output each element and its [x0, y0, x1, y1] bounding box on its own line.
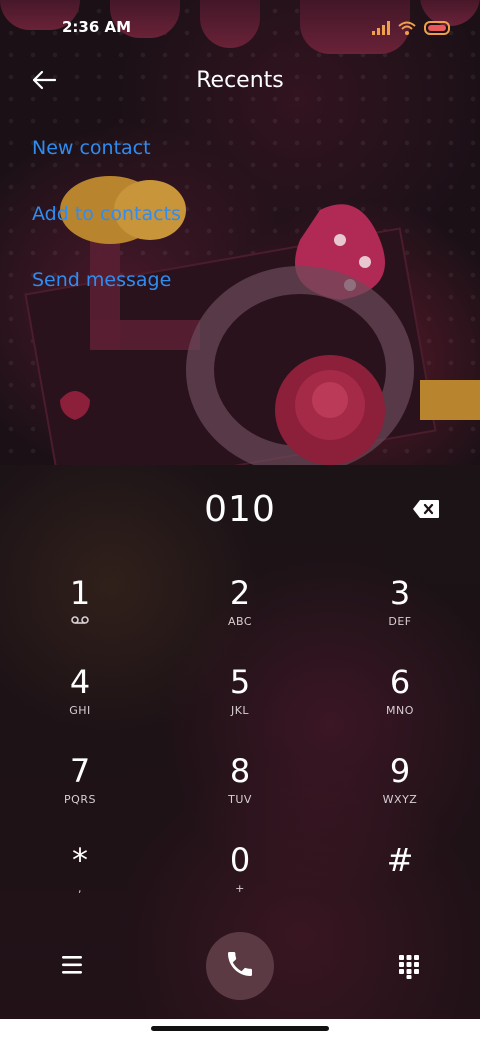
key-letters: MNO	[386, 704, 414, 717]
new-contact-link[interactable]: New contact	[32, 137, 151, 159]
backspace-button[interactable]	[412, 499, 440, 519]
menu-icon	[60, 956, 86, 980]
key-letters: ,	[78, 882, 82, 895]
dialer-panel: 010 1 2 ABC 3 DEF 4 GHI 5 JKL 6 MNO 7 PQ…	[0, 465, 480, 1040]
key-letters: PQRS	[64, 793, 96, 806]
status-bar: 2:36 AM	[0, 0, 480, 56]
key-digit: #	[386, 841, 414, 879]
status-time: 2:36 AM	[62, 18, 132, 36]
key-1[interactable]: 1	[0, 575, 160, 661]
home-indicator[interactable]	[151, 1026, 329, 1031]
signal-icon	[372, 20, 390, 39]
key-9[interactable]: 9 WXYZ	[320, 753, 480, 839]
key-digit: 8	[229, 752, 251, 790]
menu-button[interactable]	[60, 954, 86, 976]
key-letters: DEF	[388, 615, 412, 628]
header: Recents	[0, 56, 480, 108]
key-6[interactable]: 6 MNO	[320, 664, 480, 750]
add-to-contacts-link[interactable]: Add to contacts	[32, 203, 181, 225]
dialed-number: 010	[204, 489, 276, 530]
key-digit: 5	[229, 663, 251, 701]
key-letters: GHI	[69, 704, 91, 717]
call-button[interactable]	[206, 932, 274, 1000]
key-0[interactable]: 0 +	[160, 842, 320, 928]
battery-icon	[424, 20, 452, 39]
key-5[interactable]: 5 JKL	[160, 664, 320, 750]
key-letters: TUV	[228, 793, 252, 806]
key-digit: 1	[69, 574, 91, 612]
key-digit: *	[72, 841, 88, 879]
wifi-icon	[398, 20, 416, 39]
key-digit: 7	[69, 752, 91, 790]
key-digit: 6	[389, 663, 411, 701]
voicemail-icon	[0, 615, 160, 628]
key-letters: JKL	[230, 704, 250, 717]
key-letters: +	[235, 882, 245, 895]
key-2[interactable]: 2 ABC	[160, 575, 320, 661]
key-letters: ABC	[227, 615, 253, 628]
key-4[interactable]: 4 GHI	[0, 664, 160, 750]
key-digit: 9	[389, 752, 411, 790]
system-nav-bar	[0, 1019, 480, 1040]
backspace-icon	[412, 500, 440, 523]
key-8[interactable]: 8 TUV	[160, 753, 320, 839]
key-3[interactable]: 3 DEF	[320, 575, 480, 661]
dialpad-icon	[398, 955, 420, 984]
page-title: Recents	[196, 68, 284, 93]
dialpad-toggle-button[interactable]	[398, 954, 420, 980]
send-message-link[interactable]: Send message	[32, 269, 171, 291]
key-digit: 0	[229, 841, 251, 879]
key-digit: 2	[229, 574, 251, 612]
key-letters: WXYZ	[382, 793, 418, 806]
phone-icon	[224, 948, 256, 984]
key-star[interactable]: * ,	[0, 842, 160, 928]
key-7[interactable]: 7 PQRS	[0, 753, 160, 839]
key-digit: 3	[389, 574, 411, 612]
key-digit: 4	[69, 663, 91, 701]
key-hash[interactable]: #	[320, 842, 480, 928]
